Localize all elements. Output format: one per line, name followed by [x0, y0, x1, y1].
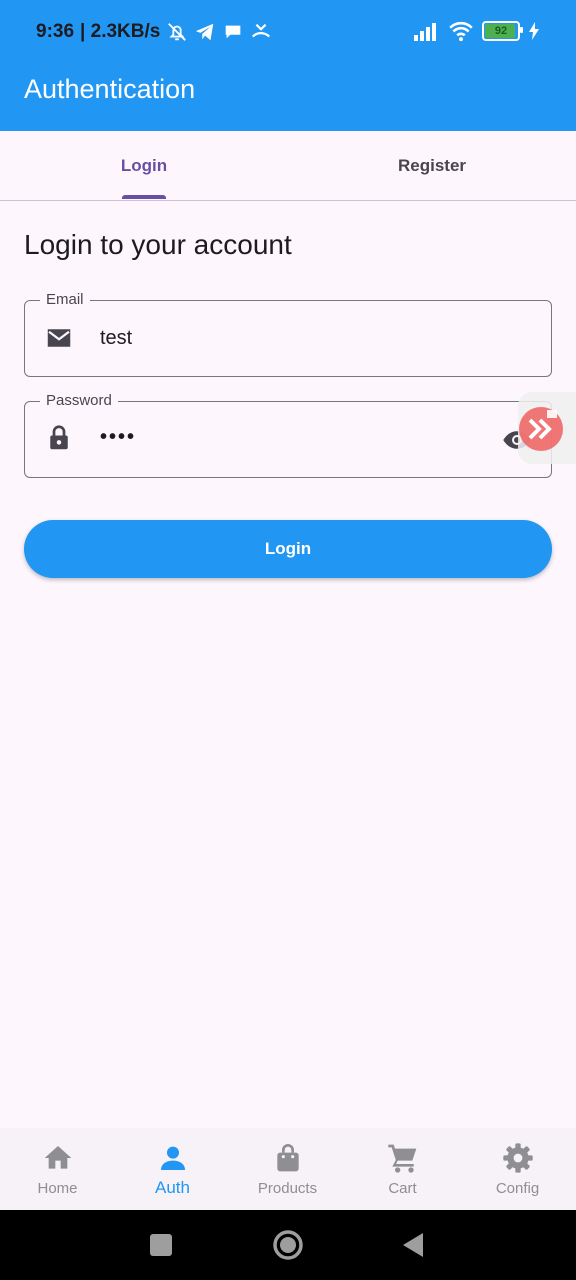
nav-label-products: Products [257, 1180, 318, 1197]
status-bar-right: 92 [414, 18, 540, 44]
battery-level: 92 [494, 25, 508, 37]
telegram-icon [196, 23, 214, 41]
nav-item-home[interactable]: Home [0, 1128, 115, 1210]
tab-register[interactable]: Register [288, 131, 576, 200]
nav-item-config[interactable]: Config [460, 1128, 575, 1210]
email-label: Email [40, 291, 90, 309]
recent-apps-button[interactable] [141, 1225, 181, 1265]
lock-icon [50, 425, 68, 450]
nav-label-cart: Cart [388, 1180, 417, 1197]
floating-assistant-icon[interactable] [516, 404, 566, 454]
nav-item-cart[interactable]: Cart [345, 1128, 460, 1210]
home-icon [44, 1146, 71, 1169]
app-title: Authentication [24, 74, 196, 104]
nav-item-products[interactable]: Products [230, 1128, 345, 1210]
signal-icon [414, 23, 436, 41]
page-title: Login to your account [24, 229, 292, 260]
bell-off-icon [168, 23, 187, 41]
nav-label-auth: Auth [155, 1178, 190, 1197]
tab-login[interactable]: Login [0, 131, 288, 200]
back-button[interactable] [394, 1225, 434, 1265]
home-button[interactable] [268, 1225, 308, 1265]
login-button[interactable]: Login [24, 520, 552, 578]
nav-item-auth[interactable]: Auth [115, 1128, 230, 1210]
missed-call-icon [252, 23, 271, 38]
tab-bar: Login Register [0, 131, 576, 201]
shopping-bag-icon [276, 1144, 299, 1172]
email-value[interactable]: test [100, 325, 132, 351]
person-icon [160, 1146, 185, 1170]
password-label: Password [40, 392, 118, 410]
mail-icon [47, 329, 71, 347]
password-value[interactable]: •••• [100, 424, 136, 450]
chat-bubble-icon [225, 25, 241, 39]
wifi-icon [449, 21, 473, 42]
cart-icon [387, 1144, 416, 1173]
tab-indicator [122, 195, 166, 199]
charging-icon [529, 22, 539, 40]
status-network-speed: | 2.3KB/s [80, 21, 161, 42]
status-bar-left: 9:36 | 2.3KB/s [36, 20, 272, 44]
nav-label-config: Config [495, 1180, 540, 1197]
status-time: 9:36 [36, 21, 75, 42]
battery-icon: 92 [482, 21, 523, 41]
gear-icon [502, 1143, 533, 1173]
nav-label-home: Home [37, 1180, 78, 1197]
